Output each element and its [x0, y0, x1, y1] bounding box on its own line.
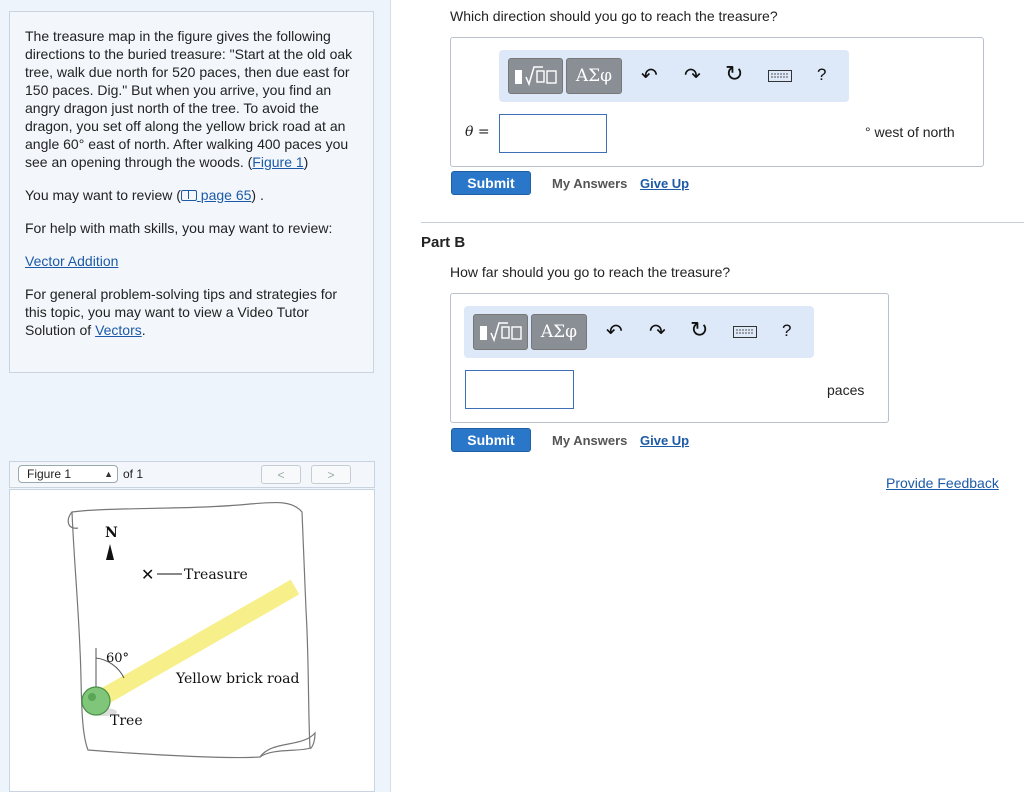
- tree-label: Tree: [110, 713, 143, 729]
- tree-icon: [81, 686, 111, 716]
- partA-template-button[interactable]: [508, 58, 563, 94]
- book-icon: [180, 190, 197, 201]
- paren-close: ): [303, 154, 309, 170]
- partB-greek-button[interactable]: ΑΣφ: [531, 314, 587, 350]
- partB-submit-button[interactable]: Submit: [451, 428, 531, 452]
- partA-my-answers-link[interactable]: My Answers: [552, 176, 627, 191]
- partB-keyboard-icon[interactable]: [733, 326, 757, 338]
- prev-figure-button[interactable]: <: [261, 465, 301, 484]
- partB-question: How far should you go to reach the treas…: [450, 264, 731, 280]
- tree-detail: [88, 693, 96, 701]
- partA-math-toolbar: ΑΣφ ↶ ↷ ↻ ?: [499, 50, 849, 102]
- partB-answer-box: ΑΣφ ↶ ↷ ↻ ? paces: [450, 293, 889, 423]
- tips-text: For general problem-solving tips and str…: [25, 286, 338, 338]
- review-prefix: You may want to review (: [25, 187, 181, 203]
- review-page-label: page 65: [200, 187, 252, 203]
- review-suffix: ) .: [251, 187, 264, 203]
- tips-end: .: [141, 322, 146, 338]
- figure-nav-bar: Figure 1 ▲ of 1 < >: [9, 461, 375, 488]
- partA-answer-input[interactable]: [499, 114, 607, 153]
- provide-feedback-link[interactable]: Provide Feedback: [886, 475, 999, 491]
- partB-help-button[interactable]: ?: [782, 321, 791, 341]
- partB-reset-icon[interactable]: ↻: [690, 317, 708, 343]
- tips-line: For general problem-solving tips and str…: [25, 285, 358, 339]
- partA-help-button[interactable]: ?: [817, 65, 826, 85]
- partA-keyboard-icon[interactable]: [768, 70, 792, 82]
- vector-line: Vector Addition: [25, 252, 358, 270]
- template-icon: [480, 322, 522, 343]
- partB-title: Part B: [421, 234, 466, 251]
- partB-redo-icon[interactable]: ↷: [649, 319, 666, 344]
- partB-my-answers-link[interactable]: My Answers: [552, 433, 627, 448]
- partA-undo-icon[interactable]: ↶: [641, 63, 658, 88]
- left-panel: The treasure map in the figure gives the…: [0, 0, 391, 792]
- figure-link[interactable]: Figure 1: [252, 154, 303, 170]
- road-label: Yellow brick road: [175, 671, 300, 687]
- next-figure-button[interactable]: >: [311, 465, 351, 484]
- partB-math-toolbar: ΑΣφ ↶ ↷ ↻ ?: [464, 306, 814, 358]
- partA-theta-label: θ =: [465, 124, 490, 140]
- problem-main-text: The treasure map in the figure gives the…: [25, 28, 353, 170]
- partB-template-button[interactable]: [473, 314, 528, 350]
- treasure-x-icon: ✕: [141, 565, 154, 584]
- select-arrows-icon: ▲: [104, 469, 113, 479]
- math-help-text: For help with math skills, you may want …: [25, 220, 333, 236]
- section-divider: [421, 222, 1024, 223]
- treasure-map-figure: N ✕ Treasure 60° Yellow brick road Tree: [67, 501, 316, 759]
- review-line: You may want to review ( page 65) .: [25, 186, 358, 204]
- figure-select-value: Figure 1: [27, 467, 72, 481]
- north-label: N: [105, 525, 118, 541]
- partA-unit-label: ° west of north: [865, 124, 955, 140]
- review-page-link[interactable]: page 65: [180, 187, 252, 203]
- partA-reset-icon[interactable]: ↻: [725, 61, 743, 87]
- partB-answer-input[interactable]: [465, 370, 574, 409]
- partA-give-up-link[interactable]: Give Up: [640, 176, 689, 191]
- template-icon: [515, 66, 557, 87]
- treasure-label: Treasure: [184, 567, 248, 583]
- angle-label: 60°: [106, 651, 129, 666]
- problem-text: The treasure map in the figure gives the…: [25, 27, 358, 171]
- partB-give-up-link[interactable]: Give Up: [640, 433, 689, 448]
- figure-panel: N ✕ Treasure 60° Yellow brick road Tree: [9, 489, 375, 792]
- partA-submit-button[interactable]: Submit: [451, 171, 531, 195]
- partB-unit-label: paces: [827, 382, 865, 398]
- vectors-link[interactable]: Vectors: [95, 322, 142, 338]
- partA-redo-icon[interactable]: ↷: [684, 63, 701, 88]
- vector-addition-link[interactable]: Vector Addition: [25, 253, 118, 269]
- figure-select[interactable]: Figure 1 ▲: [18, 465, 118, 483]
- partA-question: Which direction should you go to reach t…: [450, 8, 778, 24]
- figure-count: of 1: [123, 467, 144, 481]
- problem-statement: The treasure map in the figure gives the…: [9, 11, 374, 373]
- partA-greek-button[interactable]: ΑΣφ: [566, 58, 622, 94]
- partA-answer-box: ΑΣφ ↶ ↷ ↻ ? θ = ° west of north: [450, 37, 984, 167]
- partB-undo-icon[interactable]: ↶: [606, 319, 623, 344]
